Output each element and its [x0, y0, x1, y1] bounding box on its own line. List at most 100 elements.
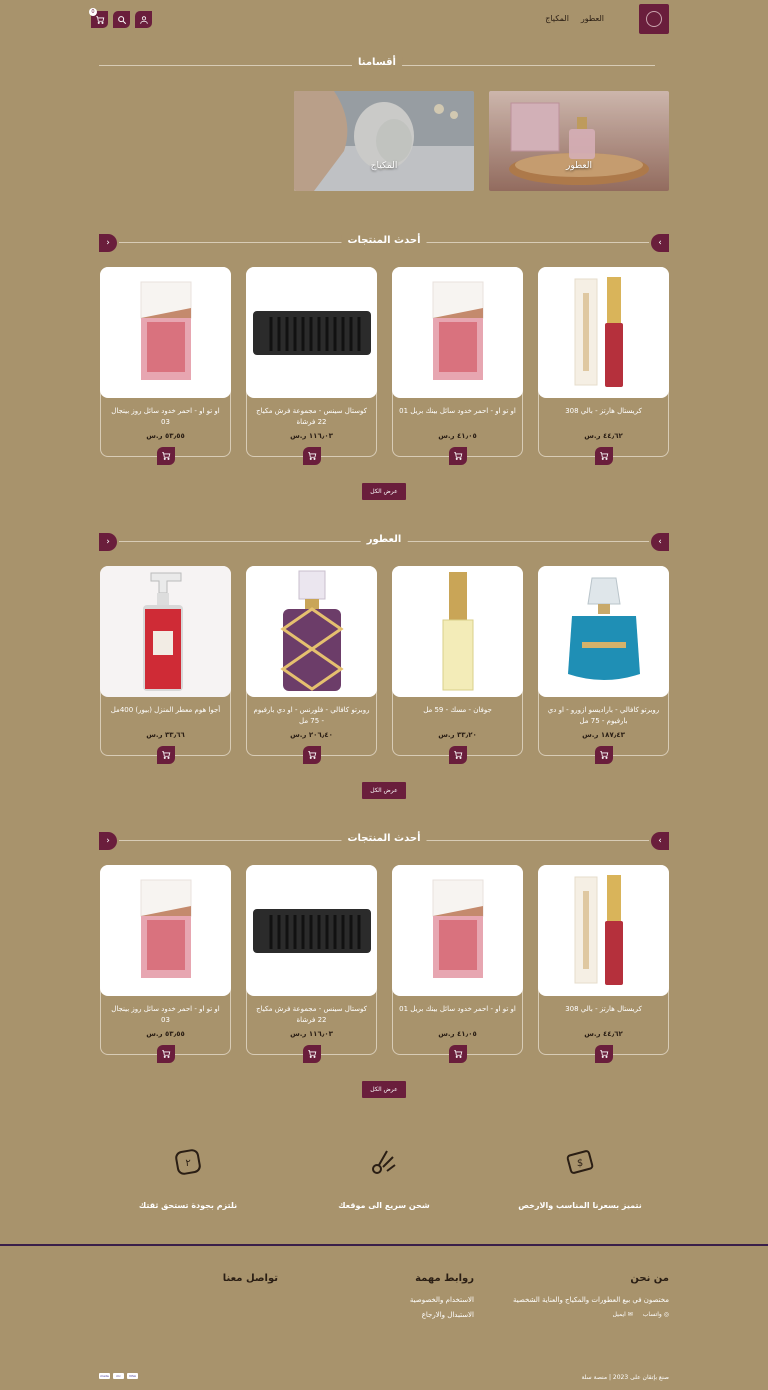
add-to-cart-button[interactable]: [448, 447, 467, 465]
view-all-button[interactable]: عرض الكل: [362, 1081, 406, 1098]
cart-button[interactable]: 0: [89, 8, 108, 28]
add-to-cart-button[interactable]: [594, 1045, 613, 1063]
product-name[interactable]: كريستال هارتز - بالي 308: [545, 1004, 662, 1015]
category-makeup[interactable]: المكياج: [294, 91, 474, 191]
product-image[interactable]: [538, 267, 669, 398]
mail-icon: ✉: [627, 1311, 633, 1318]
product-name[interactable]: كوستال سينس - مجموعة فرش مكياج 22 فرشاة: [253, 406, 370, 428]
cart-icon: [307, 452, 316, 460]
categories-heading: أقسامنا: [99, 57, 655, 73]
brush-set-image: [252, 908, 371, 953]
search-button[interactable]: [113, 11, 130, 28]
product-card[interactable]: جوفان - مسك - 59 مل ٣٣٫٢٠ ر.س: [392, 566, 523, 764]
add-to-cart-button[interactable]: [448, 746, 467, 764]
product-card[interactable]: كوستال سينس - مجموعة فرش مكياج 22 فرشاة …: [246, 865, 377, 1063]
slider-next-button[interactable]: ›: [99, 832, 117, 850]
blue-perfume-image: [567, 577, 640, 680]
header-actions: 0: [89, 8, 152, 28]
lipgloss-image: [574, 276, 623, 387]
feature-quality: ٢ نلتزم بجودة تستحق ثقتك: [98, 1145, 278, 1210]
product-image[interactable]: [100, 566, 231, 697]
chevron-right-icon: ›: [106, 537, 110, 547]
chevron-left-icon: ‹: [658, 836, 662, 846]
product-price: ٤١٫٠٥ ر.س: [438, 1030, 477, 1038]
add-to-cart-button[interactable]: [302, 447, 321, 465]
product-image[interactable]: [538, 865, 669, 996]
product-card[interactable]: كريستال هارتز - بالي 308 ٤٤٫٦٢ ر.س: [538, 865, 669, 1063]
footer-link-privacy[interactable]: الاستخدام والخصوصية: [410, 1296, 474, 1304]
cart-icon: [453, 751, 462, 759]
product-image[interactable]: [538, 566, 669, 697]
slider-next-button[interactable]: ›: [99, 533, 117, 551]
blush-bottle-image: [140, 281, 191, 380]
product-name[interactable]: روبرتو كافالي - باراديسو ازورو - او دي ب…: [545, 705, 662, 727]
cart-icon: [453, 452, 462, 460]
product-image[interactable]: [392, 267, 523, 398]
product-image[interactable]: [392, 566, 523, 697]
section-title: أحدث المنتجات: [341, 833, 427, 844]
feature-price: $ نتميز بسعرنا المناسب والارخص: [490, 1145, 670, 1210]
nav-item-perfumes[interactable]: العطور: [581, 14, 604, 23]
footer-links-title: روابط مهمة: [415, 1273, 474, 1284]
product-card[interactable]: او تو او - احمر خدود سائل بينك بريل 01 ٤…: [392, 267, 523, 465]
add-to-cart-button[interactable]: [302, 1045, 321, 1063]
product-image[interactable]: [246, 267, 377, 398]
product-card[interactable]: او تو او - احمر خدود سائل بينك بريل 01 ٤…: [392, 865, 523, 1063]
product-image[interactable]: [246, 865, 377, 996]
add-to-cart-button[interactable]: [448, 1045, 467, 1063]
view-all-button[interactable]: عرض الكل: [362, 782, 406, 799]
slider-prev-button[interactable]: ‹: [651, 832, 669, 850]
product-price: ٤٤٫٦٢ ر.س: [584, 432, 623, 440]
add-to-cart-button[interactable]: [156, 1045, 175, 1063]
quality-icon: ٢: [175, 1149, 201, 1175]
store-logo[interactable]: [639, 4, 669, 34]
cart-icon: [453, 1050, 462, 1058]
product-image[interactable]: [392, 865, 523, 996]
add-to-cart-button[interactable]: [156, 447, 175, 465]
product-card[interactable]: روبرتو كافالي - باراديسو ازورو - او دي ب…: [538, 566, 669, 764]
product-card[interactable]: كريستال هارتز - بالي 308 ٤٤٫٦٢ ر.س: [538, 267, 669, 465]
copyright-text: صنع بإتقان على 2023 | منصة سلة: [581, 1374, 669, 1381]
product-card[interactable]: كوستال سينس - مجموعة فرش مكياج 22 فرشاة …: [246, 267, 377, 465]
product-card[interactable]: او تو او - احمر خدود سائل روز بينجال 03 …: [100, 267, 231, 465]
category-label: المكياج: [370, 161, 398, 171]
product-image[interactable]: [100, 865, 231, 996]
slider-prev-button[interactable]: ‹: [651, 234, 669, 252]
product-name[interactable]: كريستال هارتز - بالي 308: [545, 406, 662, 417]
email-link[interactable]: ✉ ايميل: [613, 1311, 633, 1318]
product-name[interactable]: جوفان - مسك - 59 مل: [399, 705, 516, 716]
product-price: ٢٠٦٫٤٠ ر.س: [290, 731, 333, 739]
product-name[interactable]: او تو او - احمر خدود سائل روز بينجال 03: [107, 406, 224, 428]
feature-text: نتميز بسعرنا المناسب والارخص: [518, 1201, 642, 1210]
chevron-left-icon: ‹: [658, 537, 662, 547]
cart-count-badge: 0: [89, 8, 97, 16]
footer-about: من نحن مختصون في بيع العطورات والمكياج و…: [513, 1273, 669, 1318]
whatsapp-link[interactable]: ◎ واتساب: [643, 1311, 669, 1318]
add-to-cart-button[interactable]: [594, 746, 613, 764]
product-card[interactable]: أجوا هوم معطر المنزل (بيور) 400مل ٣٣٫٦٦ …: [100, 566, 231, 764]
product-card[interactable]: او تو او - احمر خدود سائل روز بينجال 03 …: [100, 865, 231, 1063]
product-name[interactable]: كوستال سينس - مجموعة فرش مكياج 22 فرشاة: [253, 1004, 370, 1026]
product-name[interactable]: او تو او - احمر خدود سائل بينك بريل 01: [399, 406, 516, 417]
product-name[interactable]: روبرتو كافالي - فلورنس - او دي بارفيوم -…: [253, 705, 370, 727]
product-name[interactable]: او تو او - احمر خدود سائل روز بينجال 03: [107, 1004, 224, 1026]
product-name[interactable]: أجوا هوم معطر المنزل (بيور) 400مل: [107, 705, 224, 716]
product-card[interactable]: روبرتو كافالي - فلورنس - او دي بارفيوم -…: [246, 566, 377, 764]
category-perfumes[interactable]: العطور: [489, 91, 669, 191]
add-to-cart-button[interactable]: [302, 746, 321, 764]
latest-products-section-2: ‹ أحدث المنتجات › كريستال هارتز - بالي 3…: [99, 832, 669, 1063]
footer-link-returns[interactable]: الاستبدال والارجاع: [410, 1311, 474, 1319]
product-image[interactable]: [246, 566, 377, 697]
account-button[interactable]: [135, 11, 152, 28]
view-all-button[interactable]: عرض الكل: [362, 483, 406, 500]
slider-prev-button[interactable]: ‹: [651, 533, 669, 551]
product-name[interactable]: او تو او - احمر خدود سائل بينك بريل 01: [399, 1004, 516, 1015]
visa-logo: VISA: [127, 1373, 138, 1379]
whatsapp-label: واتساب: [642, 1311, 662, 1318]
product-image[interactable]: [100, 267, 231, 398]
add-to-cart-button[interactable]: [156, 746, 175, 764]
add-to-cart-button[interactable]: [594, 447, 613, 465]
slider-next-button[interactable]: ›: [99, 234, 117, 252]
nav-item-makeup[interactable]: المكياج: [545, 14, 569, 23]
makeup-category-image: [294, 91, 474, 191]
